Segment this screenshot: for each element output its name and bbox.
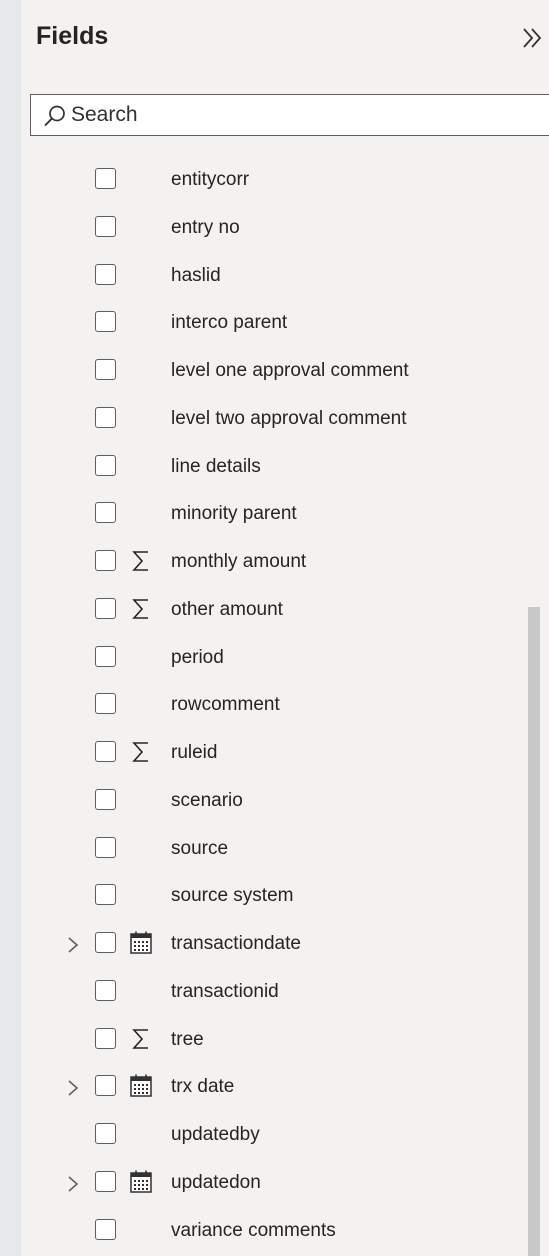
field-label: scenario — [171, 789, 243, 811]
field-label: updatedon — [171, 1171, 261, 1193]
search-box[interactable] — [30, 94, 549, 136]
field-item[interactable]: level two approval comment — [21, 395, 527, 442]
field-checkbox[interactable] — [95, 1170, 116, 1192]
field-item[interactable]: level one approval comment — [21, 347, 527, 394]
field-checkbox[interactable] — [95, 263, 116, 285]
calendar-icon — [129, 1073, 153, 1099]
field-item[interactable]: interco parent — [21, 299, 527, 346]
field-item[interactable]: period — [21, 634, 527, 681]
field-item[interactable]: other amount — [21, 586, 527, 633]
field-label: period — [171, 646, 224, 668]
field-item[interactable]: entitycorr — [21, 156, 527, 203]
calendar-icon — [129, 1169, 153, 1195]
field-checkbox[interactable] — [95, 454, 116, 476]
chevron-right-icon[interactable] — [64, 935, 82, 955]
field-item[interactable]: source system — [21, 872, 527, 919]
field-label: tree — [171, 1028, 204, 1050]
field-item[interactable]: scenario — [21, 777, 527, 824]
field-label: minority parent — [171, 503, 297, 525]
field-item[interactable]: rowcomment — [21, 681, 527, 728]
field-label: level two approval comment — [171, 407, 407, 429]
fields-pane: Fields entitycorr entry no haslid interco p… — [21, 0, 549, 1256]
field-label: haslid — [171, 264, 221, 286]
search-input[interactable] — [71, 99, 541, 131]
field-label: interco parent — [171, 312, 288, 334]
field-label: other amount — [171, 598, 283, 620]
sigma-icon — [129, 739, 153, 765]
field-checkbox[interactable] — [95, 645, 116, 667]
field-label: transactionid — [171, 980, 279, 1002]
field-item[interactable]: entry no — [21, 204, 527, 251]
field-checkbox[interactable] — [95, 311, 116, 333]
field-checkbox[interactable] — [95, 597, 116, 619]
field-checkbox[interactable] — [95, 1218, 116, 1240]
field-checkbox[interactable] — [95, 741, 116, 762]
field-item[interactable]: transactionid — [21, 968, 527, 1015]
field-item[interactable]: ruleid — [21, 729, 527, 776]
field-label: entry no — [171, 216, 240, 238]
field-item[interactable]: variance comments — [21, 1207, 527, 1254]
field-checkbox[interactable] — [95, 168, 116, 189]
field-checkbox[interactable] — [95, 884, 116, 906]
field-label: level one approval comment — [171, 360, 409, 381]
field-label: updatedby — [171, 1124, 260, 1145]
field-checkbox[interactable] — [95, 1123, 116, 1144]
pane-title: Fields — [36, 22, 109, 50]
field-checkbox[interactable] — [95, 550, 116, 571]
collapse-pane-button[interactable] — [517, 22, 547, 54]
field-label: line details — [171, 455, 261, 477]
field-checkbox[interactable] — [95, 406, 116, 428]
sigma-icon — [129, 1026, 153, 1052]
field-list: entitycorr entry no haslid interco parent le… — [21, 156, 549, 1256]
field-checkbox[interactable] — [95, 1027, 116, 1049]
field-label: rowcomment — [171, 694, 280, 716]
chevron-right-icon[interactable] — [64, 1078, 82, 1098]
field-label: entitycorr — [171, 169, 250, 190]
field-checkbox[interactable] — [95, 502, 116, 524]
field-item[interactable]: updatedby — [21, 1111, 527, 1158]
field-label: ruleid — [171, 742, 218, 763]
field-item[interactable]: haslid — [21, 252, 527, 299]
field-label: variance comments — [171, 1219, 336, 1241]
field-item[interactable]: line details — [21, 443, 527, 490]
field-label: transactiondate — [171, 933, 301, 954]
field-checkbox[interactable] — [95, 693, 116, 715]
field-label: trx date — [171, 1076, 235, 1098]
field-label: source — [171, 837, 229, 859]
field-item[interactable]: source — [21, 825, 527, 872]
search-icon — [44, 105, 65, 126]
field-checkbox[interactable] — [95, 215, 116, 237]
field-label: source system — [171, 885, 294, 907]
field-checkbox[interactable] — [95, 788, 116, 810]
field-item[interactable]: updatedon — [21, 1159, 527, 1206]
field-item[interactable]: trx date — [21, 1063, 527, 1110]
chevron-right-icon[interactable] — [64, 1174, 82, 1194]
fields-pane-header: Fields — [21, 0, 549, 80]
double-chevron-right-icon — [523, 28, 542, 48]
field-item[interactable]: transactiondate — [21, 920, 527, 967]
field-item[interactable]: minority parent — [21, 490, 527, 537]
field-checkbox[interactable] — [95, 836, 116, 858]
sigma-icon — [129, 548, 153, 574]
field-item[interactable]: tree — [21, 1016, 527, 1063]
field-checkbox[interactable] — [95, 359, 116, 380]
field-label: monthly amount — [171, 551, 307, 572]
sigma-icon — [129, 596, 153, 622]
scrollbar-thumb[interactable] — [528, 607, 540, 1256]
calendar-icon — [129, 930, 153, 956]
field-checkbox[interactable] — [95, 1075, 116, 1097]
field-checkbox[interactable] — [95, 932, 116, 953]
field-item[interactable]: monthly amount — [21, 538, 527, 585]
field-checkbox[interactable] — [95, 979, 116, 1001]
